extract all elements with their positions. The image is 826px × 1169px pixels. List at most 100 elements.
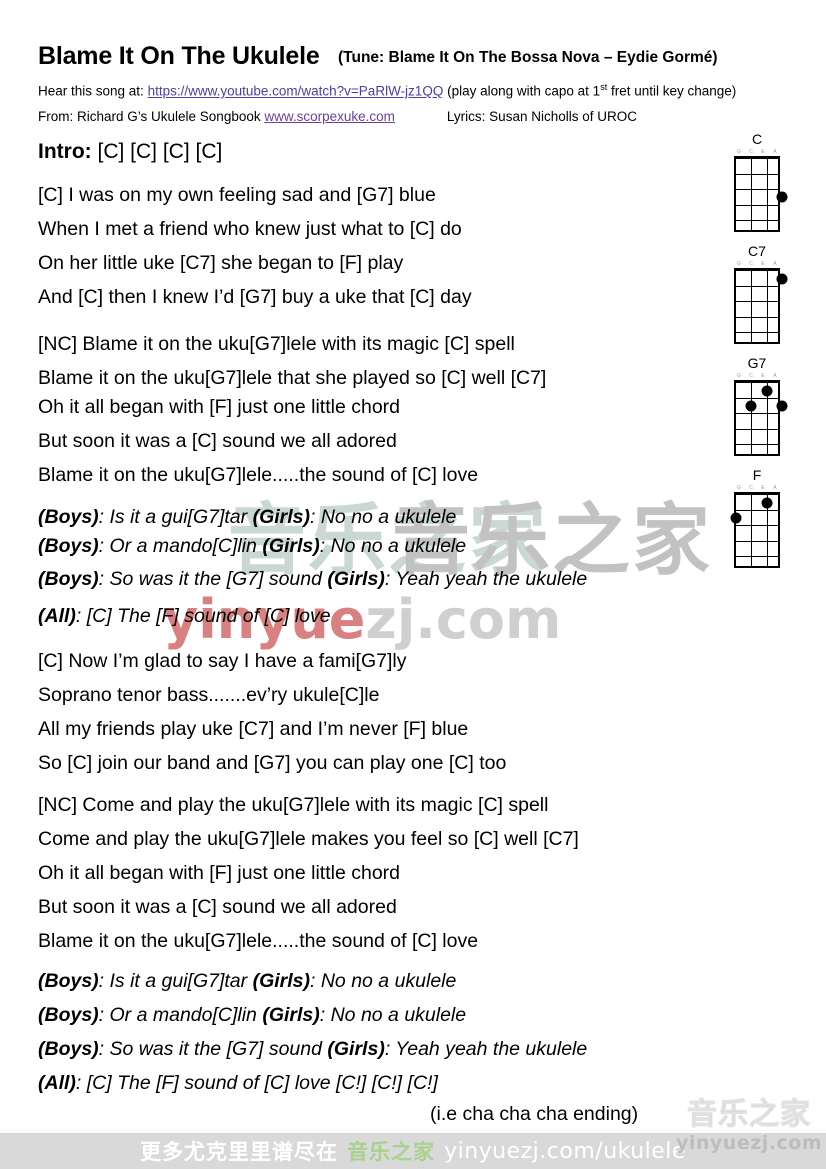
role-boys: (Boys)	[38, 1038, 99, 1060]
hear-label: Hear this song at:	[38, 83, 144, 99]
chord-name-label: F	[752, 467, 762, 483]
callresponse-text: : Or a mando[C]lin	[98, 1004, 257, 1026]
chord-diagram-g7: G7 G C E A	[722, 356, 792, 456]
string-labels: GCEA	[733, 148, 781, 156]
string-label: A	[773, 485, 777, 491]
fret-line	[736, 174, 778, 176]
string-label: E	[761, 261, 765, 267]
callresponse-text: : No no a ukulele	[310, 970, 457, 992]
string-label: A	[773, 373, 777, 379]
page-title: Blame It On The Ukulele	[38, 42, 320, 70]
string-label: G	[737, 485, 741, 491]
lyric-line: Oh it all began with [F] just one little…	[38, 862, 401, 884]
fret-line	[736, 525, 778, 527]
string-line	[751, 495, 753, 566]
chord-name-label: C7	[748, 243, 766, 259]
fret-line	[736, 398, 778, 400]
lyric-line: All my friends play uke [C7] and I’m nev…	[38, 718, 469, 740]
from-label: From: Richard G’s Ukulele Songbook	[38, 109, 261, 124]
watermark-url-gray: zj.com	[365, 588, 562, 651]
banner-chinese-text: 更多尤克里里谱尽在	[140, 1140, 339, 1164]
chord-diagram-c7: C7 G C E A	[722, 244, 792, 344]
capo-note-post: fret until key change)	[607, 83, 737, 99]
corner-logo-watermark: 音乐之家 yinyuezj.com	[676, 1097, 823, 1164]
lyric-line: But soon it was a [C] sound we all adore…	[38, 896, 397, 918]
logo-chinese: 音乐之家	[687, 1097, 811, 1132]
role-boys: (Boys)	[38, 535, 99, 557]
ending-note: (i.e cha cha cha ending)	[430, 1103, 639, 1125]
lyric-line: [C] Now I’m glad to say I have a fami[G7…	[38, 650, 407, 672]
finger-dot	[761, 497, 773, 509]
callresponse-text: : No no a ukulele	[319, 1004, 467, 1026]
logo-url: yinyuezj.com	[676, 1132, 823, 1154]
tune-subtitle: (Tune: Blame It On The Bossa Nova – Eydi…	[338, 49, 718, 66]
callresponse-line: (Boys): Or a mando[C]lin (Girls): No no …	[38, 535, 466, 557]
banner-url: yinyuezj.com/ukulele	[444, 1138, 686, 1164]
lyric-line: Oh it all began with [F] just one little…	[38, 396, 401, 418]
fretboard-grid	[734, 380, 788, 456]
chord-diagram-stack: C G C E A C7 G C E A G7 G C E A F G C E A	[722, 132, 792, 580]
callresponse-text: : Is it a gui[G7]tar	[98, 970, 248, 992]
lyric-line: Soprano tenor bass.......ev’ry ukule[C]l…	[38, 684, 380, 706]
finger-dot	[730, 512, 742, 524]
string-label: C	[749, 261, 753, 267]
fretboard-grid	[734, 268, 788, 344]
lyric-line: So [C] join our band and [G7] you can pl…	[38, 752, 507, 774]
callresponse-text: : Yeah yeah the ukulele	[384, 568, 588, 590]
string-line	[751, 271, 753, 342]
fret-line	[736, 286, 778, 288]
string-line	[751, 159, 753, 230]
songsheet-page: 音乐之家 音乐之家 yinyuezj.com Blame It On The U…	[0, 0, 826, 1169]
role-girls: (Girls)	[252, 506, 311, 528]
role-girls: (Girls)	[252, 970, 311, 992]
fret-line	[736, 510, 778, 512]
role-boys: (Boys)	[38, 568, 99, 590]
callresponse-text: : No no a ukulele	[310, 506, 457, 528]
finger-dot	[776, 400, 788, 412]
lyrics-credit: Lyrics: Susan Nicholls of UROC	[446, 109, 637, 124]
finger-dot	[745, 400, 757, 412]
fret-line	[736, 204, 778, 206]
callresponse-line: (Boys): Is it a gui[G7]tar (Girls): No n…	[38, 970, 457, 992]
fretboard-grid	[734, 156, 788, 232]
callresponse-text: : So was it the [G7] sound	[98, 1038, 322, 1060]
callresponse-text: : [C] The [F] sound of [C] love	[75, 605, 331, 627]
callresponse-text: : Is it a gui[G7]tar	[98, 506, 248, 528]
string-label: A	[773, 149, 777, 155]
intro-label: Intro:	[38, 140, 92, 163]
callresponse-line: (All): [C] The [F] sound of [C] love	[38, 605, 331, 627]
scorpexuke-link[interactable]: www.scorpexuke.com	[264, 109, 395, 124]
role-boys: (Boys)	[38, 1004, 99, 1026]
fret-line	[736, 555, 778, 557]
callresponse-line: (Boys): So was it the [G7] sound (Girls)…	[38, 1038, 587, 1060]
lyric-line: [NC] Blame it on the uku[G7]lele with it…	[38, 333, 515, 355]
intro-chords: [C] [C] [C] [C]	[97, 140, 223, 163]
string-label: C	[749, 149, 753, 155]
hear-this-song-row: Hear this song at: https://www.youtube.c…	[38, 82, 736, 99]
fretboard-grid	[730, 492, 780, 568]
string-label: G	[737, 261, 741, 267]
role-girls: (Girls)	[327, 1038, 385, 1060]
finger-dot	[761, 385, 773, 397]
string-label: C	[749, 485, 753, 491]
youtube-link[interactable]: https://www.youtube.com/watch?v=PaRlW-jz…	[148, 84, 444, 99]
callresponse-text: : So was it the [G7] sound	[98, 568, 322, 590]
fret-line	[736, 301, 778, 303]
string-label: G	[737, 373, 741, 379]
role-all: (All)	[38, 605, 76, 627]
chord-name-label: G7	[747, 355, 767, 371]
callresponse-text: : Or a mando[C]lin	[98, 535, 257, 557]
string-line	[751, 383, 753, 454]
role-girls: (Girls)	[262, 535, 320, 557]
role-boys: (Boys)	[38, 970, 99, 992]
role-all: (All)	[38, 1072, 76, 1094]
fret-line	[736, 219, 778, 221]
credits-row: From: Richard G’s Ukulele Songbook www.s…	[38, 109, 637, 124]
fret-line	[736, 189, 778, 191]
role-girls: (Girls)	[327, 568, 385, 590]
string-label: E	[761, 373, 765, 379]
callresponse-text: : [C] The [F] sound of [C] love [C!] [C!…	[75, 1072, 438, 1094]
string-line	[766, 271, 768, 342]
lyric-line: When I met a friend who knew just what t…	[38, 218, 462, 240]
banner-brand: 音乐之家	[347, 1140, 436, 1164]
